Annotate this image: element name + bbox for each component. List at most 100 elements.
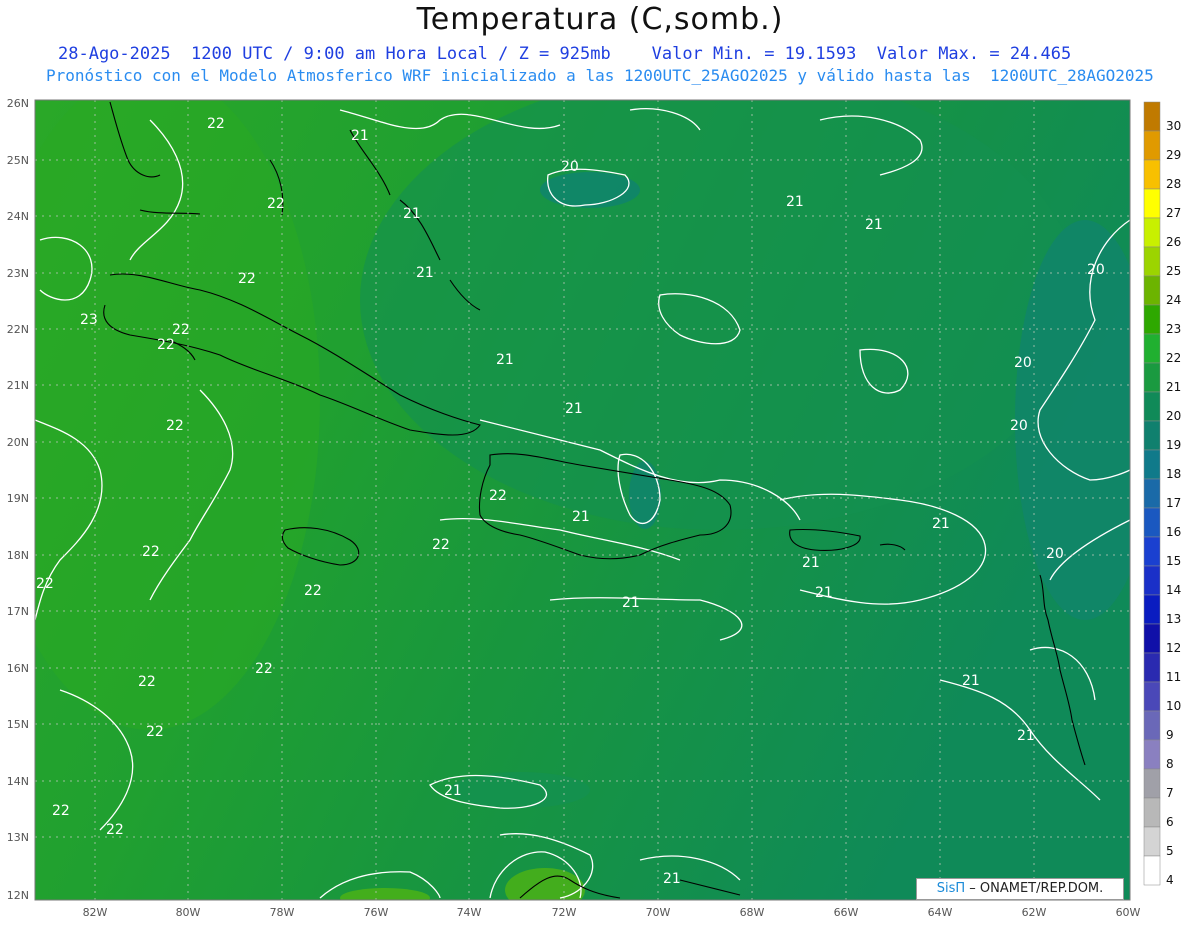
latitude-axis: 26N 25N 24N 23N 22N 21N 20N 19N 18N 17N … <box>7 97 29 902</box>
sispi-logo: SisΠ <box>936 881 966 896</box>
lon-label: 70W <box>646 906 671 919</box>
lat-label: 21N <box>7 379 29 392</box>
contour-label: 22 <box>432 537 450 553</box>
contour-label: 22 <box>255 661 273 677</box>
colorbar-label: 16 <box>1166 525 1181 539</box>
colorbar-label: 14 <box>1166 583 1181 597</box>
colorbar-swatch <box>1143 246 1161 277</box>
longitude-axis: 82W 80W 78W 76W 74W 72W 70W 68W 66W 64W … <box>83 906 1141 919</box>
colorbar: 30 29 28 27 26 25 24 23 22 21 20 19 18 17 16 15 14 13 12 11… <box>1143 101 1181 887</box>
lat-label: 22N <box>7 323 29 336</box>
contour-label: 22 <box>304 583 322 599</box>
contour-label: 22 <box>166 418 184 434</box>
colorbar-swatch <box>1143 826 1161 857</box>
lon-label: 76W <box>364 906 389 919</box>
contour-label: 22 <box>142 544 160 560</box>
lat-label: 17N <box>7 605 29 618</box>
lon-label: 82W <box>83 906 108 919</box>
colorbar-swatch <box>1143 507 1161 538</box>
contour-label: 21 <box>565 401 583 417</box>
contour-label: 21 <box>622 595 640 611</box>
lon-label: 80W <box>176 906 201 919</box>
lat-label: 12N <box>7 889 29 902</box>
colorbar-swatch <box>1143 159 1161 190</box>
contour-label: 21 <box>663 871 681 887</box>
contour-label: 21 <box>1017 728 1035 744</box>
colorbar-swatch <box>1143 594 1161 625</box>
colorbar-label: 19 <box>1166 438 1181 452</box>
colorbar-label: 6 <box>1166 815 1174 829</box>
temperature-map: 22 21 21 20 22 21 21 21 20 22 22 21 22 2… <box>7 97 1182 919</box>
colorbar-swatch <box>1143 565 1161 596</box>
colorbar-swatch <box>1143 536 1161 567</box>
colorbar-swatch <box>1143 478 1161 509</box>
colorbar-swatch <box>1143 188 1161 219</box>
contour-label: 20 <box>1046 546 1064 562</box>
contour-label: 22 <box>157 337 175 353</box>
lat-label: 14N <box>7 775 29 788</box>
colorbar-label: 9 <box>1166 728 1174 742</box>
lat-label: 15N <box>7 718 29 731</box>
lat-label: 18N <box>7 549 29 562</box>
lon-label: 74W <box>457 906 482 919</box>
colorbar-swatch <box>1143 304 1161 335</box>
colorbar-swatch <box>1143 420 1161 451</box>
lon-label: 72W <box>552 906 577 919</box>
contour-label: 21 <box>496 352 514 368</box>
colorbar-label: 27 <box>1166 206 1181 220</box>
contour-label: 21 <box>815 585 833 601</box>
lat-label: 19N <box>7 492 29 505</box>
contour-label: 21 <box>572 509 590 525</box>
colorbar-swatch <box>1143 768 1161 799</box>
colorbar-swatch <box>1143 623 1161 654</box>
colorbar-swatch <box>1143 391 1161 422</box>
colorbar-label: 23 <box>1166 322 1181 336</box>
lat-label: 26N <box>7 97 29 110</box>
colorbar-swatch <box>1143 101 1161 132</box>
colorbar-label: 15 <box>1166 554 1181 568</box>
region-20-east <box>1015 220 1130 620</box>
colorbar-swatch <box>1143 275 1161 306</box>
colorbar-label: 7 <box>1166 786 1174 800</box>
colorbar-swatch <box>1143 333 1161 364</box>
colorbar-label: 8 <box>1166 757 1174 771</box>
lon-label: 68W <box>740 906 765 919</box>
contour-label: 21 <box>865 217 883 233</box>
contour-label: 20 <box>1087 262 1105 278</box>
colorbar-swatch <box>1143 855 1161 886</box>
region-20-bahamas <box>540 172 640 208</box>
contour-label: 22 <box>207 116 225 132</box>
contour-label: 22 <box>267 196 285 212</box>
colorbar-label: 4 <box>1166 873 1174 887</box>
lat-label: 16N <box>7 662 29 675</box>
lon-label: 78W <box>270 906 295 919</box>
lon-label: 62W <box>1022 906 1047 919</box>
lat-label: 23N <box>7 267 29 280</box>
contour-label: 21 <box>444 783 462 799</box>
contour-label: 20 <box>1010 418 1028 434</box>
lon-label: 66W <box>834 906 859 919</box>
colorbar-label: 10 <box>1166 699 1181 713</box>
region-21-northeast <box>360 100 1080 530</box>
region-23-venezuela-west <box>340 888 430 900</box>
region-21-south <box>450 772 590 808</box>
colorbar-label: 21 <box>1166 380 1181 394</box>
lon-label: 60W <box>1116 906 1141 919</box>
lat-label: 24N <box>7 210 29 223</box>
colorbar-label: 25 <box>1166 264 1181 278</box>
contour-label: 21 <box>786 194 804 210</box>
contour-label: 21 <box>416 265 434 281</box>
colorbar-label: 20 <box>1166 409 1181 423</box>
contour-label: 23 <box>80 312 98 328</box>
colorbar-label: 26 <box>1166 235 1181 249</box>
contour-label: 22 <box>172 322 190 338</box>
contour-label: 21 <box>802 555 820 571</box>
colorbar-label: 12 <box>1166 641 1181 655</box>
colorbar-swatch <box>1143 681 1161 712</box>
contour-label: 20 <box>1014 355 1032 371</box>
contour-label: 21 <box>932 516 950 532</box>
contour-label: 22 <box>138 674 156 690</box>
contour-label: 22 <box>238 271 256 287</box>
colorbar-swatch <box>1143 652 1161 683</box>
lat-label: 25N <box>7 154 29 167</box>
